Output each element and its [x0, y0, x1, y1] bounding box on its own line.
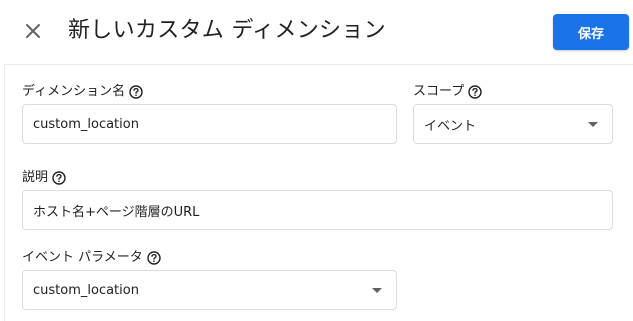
- description-label: 説明: [22, 169, 66, 187]
- dimension-name-field[interactable]: [22, 104, 397, 144]
- description-field[interactable]: [22, 190, 613, 230]
- dialog-header: 新しいカスタム ディメンション 保存: [0, 0, 633, 64]
- scope-select[interactable]: イベント: [413, 104, 613, 144]
- save-button[interactable]: 保存: [553, 14, 629, 50]
- chevron-down-icon: [588, 121, 598, 127]
- help-icon[interactable]: [147, 251, 161, 265]
- form-panel: ディメンション名 スコープ イベント 説明: [4, 64, 633, 321]
- scope-label: スコープ: [413, 83, 482, 101]
- page-title: 新しいカスタム ディメンション: [68, 18, 386, 43]
- help-icon[interactable]: [468, 85, 482, 99]
- close-icon: [26, 24, 40, 38]
- description-input[interactable]: [33, 202, 602, 218]
- scope-select-value: イベント: [424, 118, 477, 134]
- dimension-name-label: ディメンション名: [22, 83, 143, 101]
- help-icon[interactable]: [52, 171, 66, 185]
- event-parameter-select-value: custom_location: [33, 282, 139, 298]
- help-icon[interactable]: [129, 85, 143, 99]
- chevron-down-icon: [372, 287, 382, 293]
- event-parameter-select[interactable]: custom_location: [22, 270, 397, 310]
- dimension-name-input[interactable]: [33, 116, 386, 132]
- close-button[interactable]: [16, 14, 50, 48]
- event-parameter-label: イベント パラメータ: [22, 249, 161, 267]
